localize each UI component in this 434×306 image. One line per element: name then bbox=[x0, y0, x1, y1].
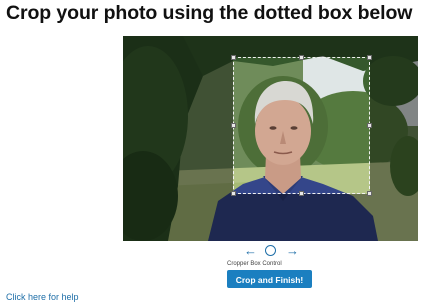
center-circle-icon[interactable] bbox=[265, 245, 276, 256]
crop-handle-bottom[interactable] bbox=[299, 191, 304, 196]
cropper-box-control: ← → bbox=[244, 243, 300, 258]
arrow-right-icon[interactable]: → bbox=[286, 243, 299, 258]
arrow-left-icon[interactable]: ← bbox=[244, 243, 257, 258]
crop-handle-left[interactable] bbox=[231, 123, 236, 128]
help-link[interactable]: Click here for help bbox=[6, 292, 79, 302]
photo-preview[interactable] bbox=[123, 36, 418, 241]
crop-and-finish-button[interactable]: Crop and Finish! bbox=[227, 270, 312, 288]
cropper-control-label: Cropper Box Control bbox=[227, 261, 282, 267]
crop-selection-box[interactable] bbox=[231, 55, 372, 196]
crop-handle-bottom-left[interactable] bbox=[231, 191, 236, 196]
crop-handle-right[interactable] bbox=[367, 123, 372, 128]
crop-handle-top[interactable] bbox=[299, 55, 304, 60]
crop-handle-top-left[interactable] bbox=[231, 55, 236, 60]
page-title: Crop your photo using the dotted box bel… bbox=[6, 2, 413, 24]
crop-handle-bottom-right[interactable] bbox=[367, 191, 372, 196]
crop-handle-top-right[interactable] bbox=[367, 55, 372, 60]
